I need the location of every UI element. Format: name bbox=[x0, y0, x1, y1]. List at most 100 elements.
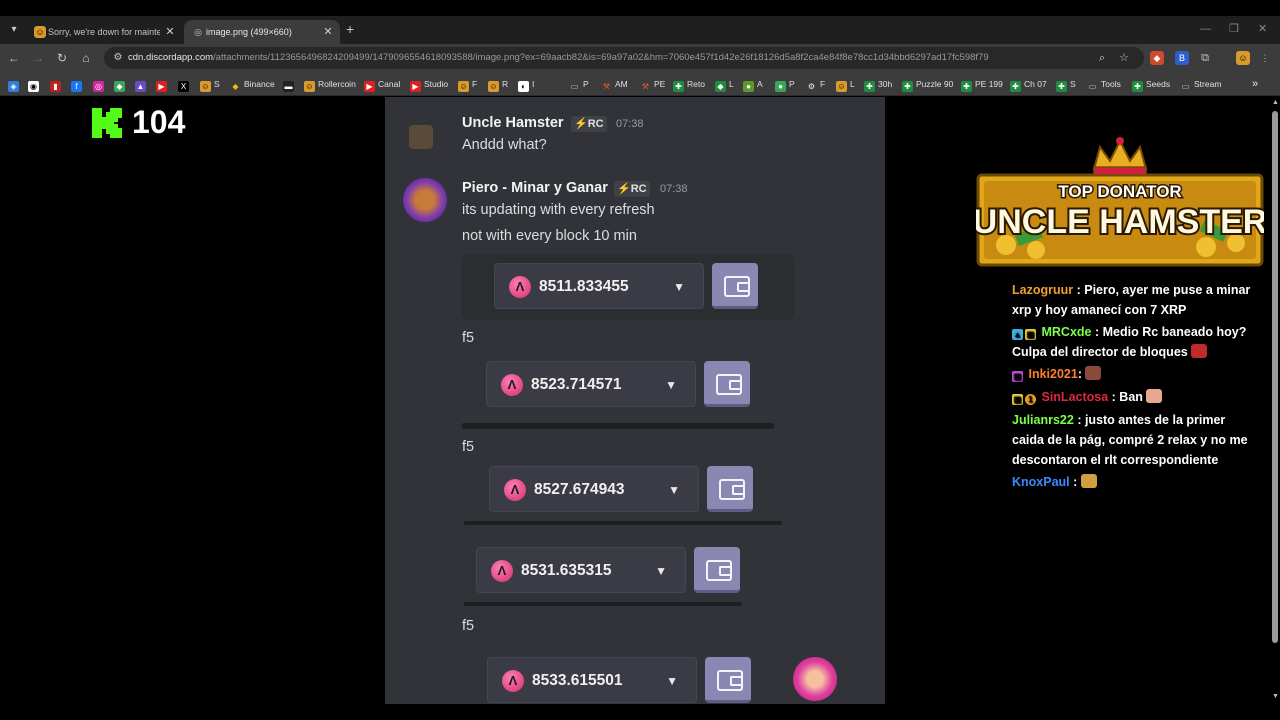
tab-title: image.png (499×660) bbox=[206, 27, 292, 37]
bookmarks-overflow-icon[interactable]: » bbox=[1252, 76, 1258, 92]
extension-fox-icon[interactable]: ◆ bbox=[1150, 51, 1164, 65]
url-text: cdn.discordapp.com/attachments/112365649… bbox=[128, 52, 989, 63]
reload-icon[interactable]: ↻ bbox=[52, 48, 72, 68]
browser-toolbar: ← → ↻ ⌂ ⚙ cdn.discordapp.com/attachments… bbox=[0, 44, 1280, 72]
profile-avatar[interactable]: ☺ bbox=[1236, 51, 1250, 65]
bookmark-rollercoin[interactable]: ☺ Rollercoin bbox=[304, 76, 356, 92]
algorand-coin-icon bbox=[502, 670, 524, 692]
tab-search-button[interactable]: ▾ bbox=[4, 20, 24, 40]
new-tab-button[interactable]: + bbox=[346, 18, 360, 40]
balance-dropdown[interactable]: 8511.833455 ▼ bbox=[494, 263, 704, 309]
bookmark-folder-p[interactable]: ▭ P bbox=[569, 76, 589, 92]
bookmark-binance[interactable]: ◆ Binance bbox=[230, 76, 274, 92]
bookmark-l2[interactable]: ☺ L bbox=[836, 76, 855, 92]
bookmark-icon-7[interactable]: ▲ bbox=[135, 76, 149, 92]
bookmark-s[interactable]: ☺ S bbox=[200, 76, 220, 92]
lightning-icon: ⚡ bbox=[617, 183, 631, 195]
bookmark-studio[interactable]: ▶ Studio bbox=[410, 76, 448, 92]
minimize-icon[interactable]: — bbox=[1200, 18, 1211, 40]
hamster-emote-icon bbox=[1080, 474, 1097, 488]
balance-value: 8511.833455 bbox=[539, 278, 629, 295]
forward-icon[interactable]: → bbox=[28, 48, 48, 68]
bookmark-pe[interactable]: ⚒ PE bbox=[640, 76, 665, 92]
bookmark-facebook-icon[interactable]: f bbox=[71, 76, 85, 92]
chevron-down-icon: ▼ bbox=[673, 280, 685, 294]
bookmark-icon-dark[interactable]: ▬ bbox=[283, 76, 297, 92]
page-scrollbar[interactable]: ▲ ▼ bbox=[1270, 97, 1280, 704]
bookmark-pe-199[interactable]: ✚ PE 199 bbox=[961, 76, 1003, 92]
bookmark-icon-3[interactable]: ▮ bbox=[50, 76, 64, 92]
gift-badge-icon: 1 bbox=[1025, 394, 1036, 405]
wallet-button[interactable] bbox=[705, 657, 751, 703]
rc-badge: ⚡RC bbox=[571, 116, 607, 132]
bookmark-r[interactable]: ☺ R bbox=[488, 76, 508, 92]
close-tab-icon[interactable]: ✕ bbox=[322, 20, 334, 44]
message-text: Anddd what? bbox=[462, 137, 547, 153]
close-tab-icon[interactable]: ✕ bbox=[164, 20, 176, 44]
top-donator-banner: TOP DONATOR UNCLE HAMSTER bbox=[976, 137, 1264, 267]
bookmark-canal[interactable]: ▶ Canal bbox=[364, 76, 400, 92]
embed-divider bbox=[464, 521, 782, 525]
wallet-button[interactable] bbox=[704, 361, 750, 407]
bookmark-x-icon[interactable]: X bbox=[178, 76, 192, 92]
bookmark-icon-6[interactable]: ◆ bbox=[114, 76, 128, 92]
bookmark-folder-stream[interactable]: ▭ Stream bbox=[1180, 76, 1222, 92]
bookmark-p2[interactable]: ● P bbox=[775, 76, 795, 92]
globe-icon: ◎ bbox=[194, 27, 202, 37]
bookmark-ch-07[interactable]: ✚ Ch 07 bbox=[1010, 76, 1047, 92]
message-text: f5 bbox=[462, 618, 475, 634]
message-text: f5 bbox=[462, 439, 475, 455]
bookmark-f[interactable]: ☺ F bbox=[458, 76, 477, 92]
timestamp: 07:38 bbox=[616, 118, 644, 130]
bookmark-youtube-icon[interactable]: ▶ bbox=[156, 76, 170, 92]
angry-emote-icon bbox=[1191, 344, 1208, 358]
bookmark-seeds[interactable]: ✚ Seeds bbox=[1132, 76, 1170, 92]
prime-badge-icon: ▲ bbox=[1012, 329, 1023, 340]
wallet-button[interactable] bbox=[694, 547, 740, 593]
back-icon[interactable]: ← bbox=[4, 48, 24, 68]
home-icon[interactable]: ⌂ bbox=[76, 48, 96, 68]
balance-dropdown[interactable]: 8531.635315 ▼ bbox=[476, 547, 686, 593]
username: Uncle Hamster bbox=[462, 115, 564, 131]
balance-dropdown[interactable]: 8527.674943 ▼ bbox=[489, 466, 699, 512]
scrollbar-thumb[interactable] bbox=[1272, 111, 1278, 643]
bookmark-f2[interactable]: ⚙ F bbox=[806, 76, 825, 92]
chevron-down-icon: ▼ bbox=[668, 483, 680, 497]
bookmark-l[interactable]: ◆ L bbox=[715, 76, 734, 92]
bookmark-icon-1[interactable]: ◈ bbox=[8, 76, 22, 92]
tab-title: Sorry, we're down for maintenance bbox=[48, 27, 160, 37]
bookmark-reto[interactable]: ✚ Reto bbox=[673, 76, 705, 92]
address-bar[interactable]: ⚙ cdn.discordapp.com/attachments/1123656… bbox=[104, 47, 1144, 69]
restore-icon[interactable]: ❐ bbox=[1229, 18, 1239, 40]
wallet-button[interactable] bbox=[707, 466, 753, 512]
chat-message: Julianrs22 : justo antes de la primer ca… bbox=[1012, 413, 1248, 467]
bookmark-folder-tools[interactable]: ▭ Tools bbox=[1087, 76, 1121, 92]
top-letterbox bbox=[0, 0, 1280, 16]
sub-badge-icon: ▣ bbox=[1025, 329, 1036, 340]
menu-dots-icon[interactable]: ⋮ bbox=[1258, 51, 1272, 65]
bookmark-star-icon[interactable]: ☆ bbox=[1116, 50, 1132, 66]
tab-image[interactable]: ◎ image.png (499×660) ✕ bbox=[184, 20, 340, 44]
scroll-up-icon[interactable]: ▲ bbox=[1272, 99, 1279, 106]
zoom-icon[interactable]: ⌕ bbox=[1094, 50, 1110, 66]
balance-dropdown[interactable]: 8523.714571 ▼ bbox=[486, 361, 696, 407]
bookmark-instagram-icon[interactable]: ◎ bbox=[93, 76, 107, 92]
hamster-favicon-icon: ☺ bbox=[34, 26, 46, 38]
bookmark-30h[interactable]: ✚ 30h bbox=[864, 76, 892, 92]
scroll-down-icon[interactable]: ▼ bbox=[1272, 693, 1279, 700]
bookmark-s2[interactable]: ✚ S bbox=[1056, 76, 1076, 92]
chat-message: Lazogruur : Piero, ayer me puse a minar … bbox=[1012, 283, 1251, 317]
extensions-puzzle-icon[interactable]: ⧉ bbox=[1198, 51, 1212, 65]
bookmark-icon-2[interactable]: ◉ bbox=[28, 76, 42, 92]
streamer-avatar bbox=[793, 657, 837, 701]
extension-b-icon[interactable]: B bbox=[1175, 51, 1189, 65]
wallet-button[interactable] bbox=[712, 263, 758, 309]
bookmark-a[interactable]: ● A bbox=[743, 76, 763, 92]
bookmark-puzzle-90[interactable]: ✚ Puzzle 90 bbox=[902, 76, 953, 92]
balance-dropdown[interactable]: 8533.615501 ▼ bbox=[487, 657, 697, 703]
bookmark-am[interactable]: ⚒ AM bbox=[601, 76, 628, 92]
bookmark-i[interactable]: ◐ I bbox=[518, 76, 534, 92]
tab-maintenance[interactable]: ☺ Sorry, we're down for maintenance ✕ bbox=[26, 20, 182, 44]
site-info-icon[interactable]: ⚙ bbox=[110, 50, 126, 66]
close-window-icon[interactable]: ✕ bbox=[1258, 18, 1267, 40]
